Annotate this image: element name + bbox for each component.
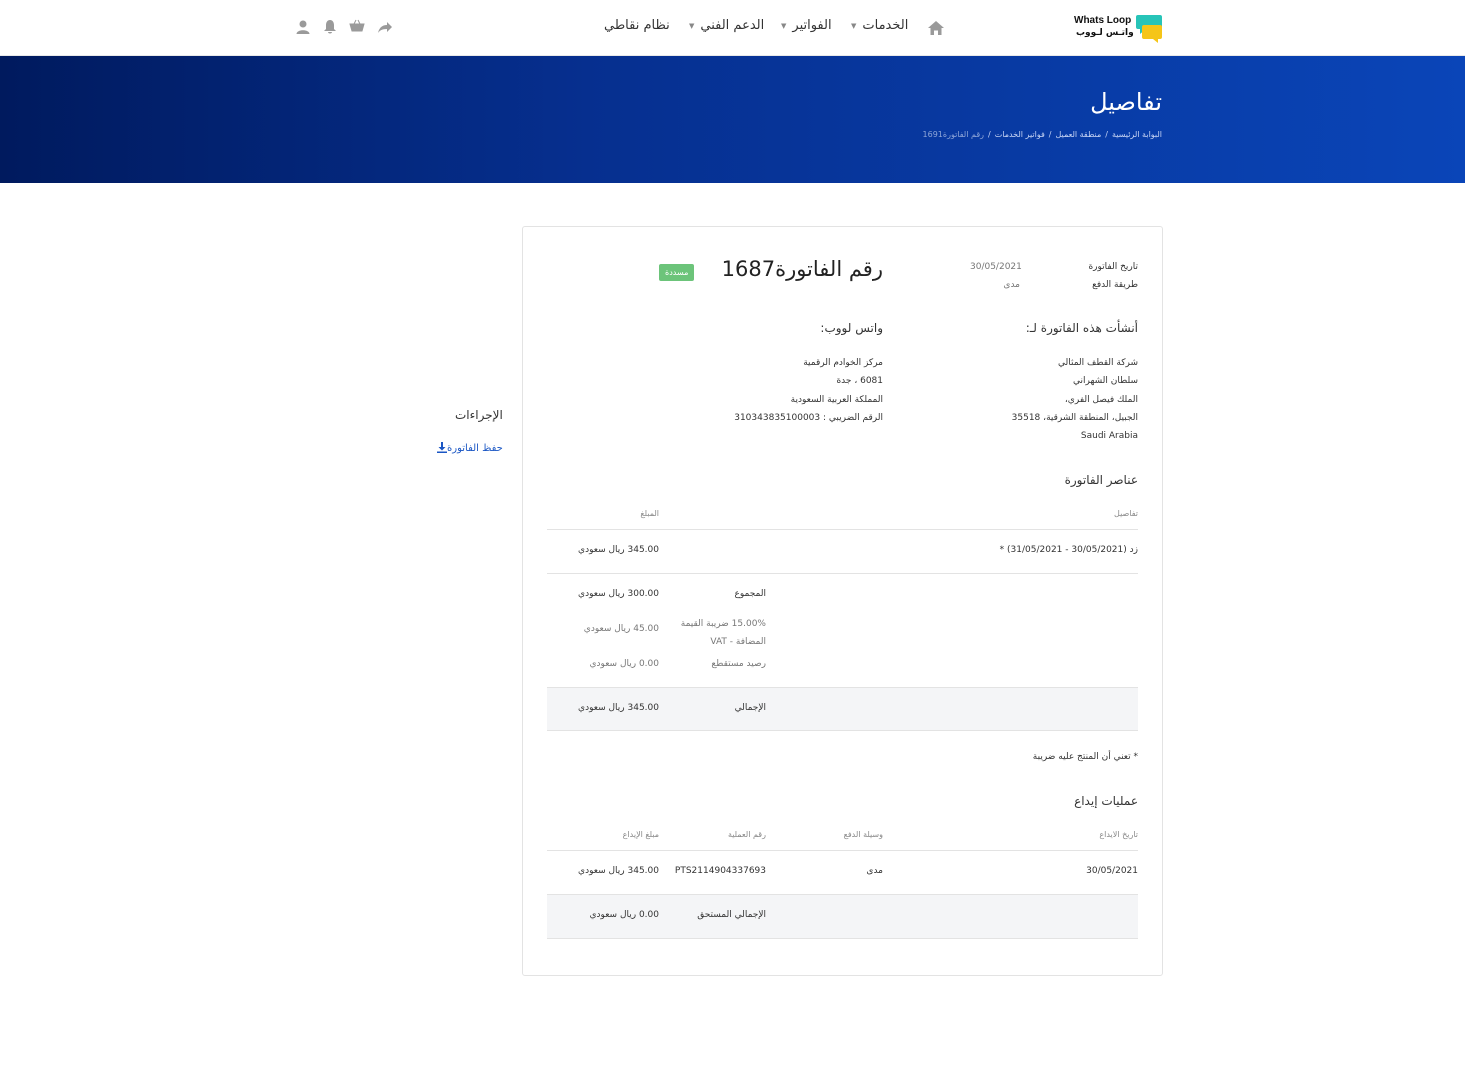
client-address-line: Saudi Arabia <box>1080 431 1138 442</box>
breadcrumb-home[interactable]: البوابة الرئيسية <box>1112 130 1162 139</box>
cart-icon[interactable] <box>349 19 365 35</box>
due-label: الإجمالي المستحق <box>697 910 766 920</box>
nav-support-label: الدعم الفني <box>700 18 765 33</box>
breadcrumb: البوابة الرئيسية/منطقة العميل/فواتير الخ… <box>923 130 1162 139</box>
total-label: الإجمالي <box>734 703 766 713</box>
client-address-line: شركة القطف المثالي <box>1058 358 1138 368</box>
due-value: 0.00 ريال سعودي <box>589 910 660 920</box>
client-address-line: الملك فيصل الفري، <box>1064 394 1138 405</box>
chevron-down-icon: ▼ <box>689 22 695 30</box>
breadcrumb-separator: / <box>988 130 991 139</box>
issuer-title: واتس لووب: <box>820 321 883 335</box>
page-title: تفاصيل <box>1090 88 1162 116</box>
issued-for-title: أنشأت هذه الفاتورة لـ: <box>1025 321 1138 335</box>
breadcrumb-service-invoices[interactable]: فواتير الخدمات <box>995 130 1045 139</box>
deposits-header-method: وسيلة الدفع <box>843 830 883 839</box>
item-details: زد (30/05/2021 - 31/05/2021) * <box>999 545 1138 555</box>
top-navbar: Whats Loop واتـس لـووب الخدمات ▼ الفواتير… <box>0 0 1465 56</box>
issuer-address-line: 6081 ، جدة <box>836 376 883 387</box>
total-value: 345.00 ريال سعودي <box>578 703 659 713</box>
issuer-address: مركز الخوادم الرقمية 6081 ، جدة المملكة … <box>734 354 883 427</box>
credit-value: 0.00 ريال سعودي <box>589 659 660 669</box>
subtotal-value: 300.00 ريال سعودي <box>578 589 659 599</box>
breadcrumb-client-area[interactable]: منطقة العميل <box>1055 130 1101 139</box>
invoice-date-value: 30/05/2021 <box>970 262 1022 272</box>
client-address-line: سلطان الشهراني <box>1072 376 1138 387</box>
nav-services-label: الخدمات <box>862 18 909 33</box>
issuer-address-line: الرقم الضريبي : 310343835100003 <box>734 412 883 423</box>
vat-label-line: المضافة - VAT <box>710 637 766 647</box>
client-address-line: الجبيل، المنطقة الشرقية، 35518 <box>1011 412 1138 423</box>
deposit-amount: 345.00 ريال سعودي <box>578 866 659 876</box>
deposit-date: 30/05/2021 <box>1086 866 1138 876</box>
bell-icon[interactable] <box>322 19 338 35</box>
items-header-details: تفاصيل <box>1114 509 1138 518</box>
payment-method-value: مدى <box>1003 280 1020 290</box>
brand-name-en: Whats Loop <box>1074 15 1132 26</box>
nav-invoices[interactable]: الفواتير ▼ <box>781 18 832 33</box>
deposits-header-date: تاريخ الايداع <box>1099 830 1138 839</box>
chevron-down-icon: ▼ <box>851 22 857 30</box>
nav-support[interactable]: الدعم الفني ▼ <box>689 18 764 33</box>
share-icon[interactable] <box>377 19 393 35</box>
deposits-title: عمليات إيداع <box>1074 794 1138 808</box>
status-badge: مسددة <box>659 264 695 281</box>
chat-bubbles-icon <box>1136 15 1162 43</box>
chevron-down-icon: ▼ <box>781 22 787 30</box>
invoice-card: رقم الفاتورة1687 مسددة تاريخ الفاتورة 30… <box>522 226 1163 976</box>
deposit-method: مدى <box>866 866 883 876</box>
subtotal-label: المجموع <box>734 589 766 599</box>
breadcrumb-separator: / <box>1105 130 1108 139</box>
item-amount: 345.00 ريال سعودي <box>578 545 659 555</box>
nav-invoices-label: الفواتير <box>792 18 832 33</box>
nav-services[interactable]: الخدمات ▼ <box>851 18 908 33</box>
deposit-txn-id: PTS2114904337693 <box>674 866 766 876</box>
invoice-number-title: رقم الفاتورة1687 <box>721 257 883 281</box>
vat-value: 45.00 ريال سعودي <box>583 624 659 634</box>
actions-title: الإجراءات <box>455 408 503 422</box>
issuer-address-line: المملكة العربية السعودية <box>790 394 883 405</box>
breadcrumb-current: رقم الفاتورة1691 <box>922 130 985 139</box>
home-icon[interactable] <box>927 20 945 36</box>
invoice-items-title: عناصر الفاتورة <box>1064 473 1138 487</box>
items-header-amount: المبلغ <box>640 509 659 518</box>
page-header-banner: تفاصيل البوابة الرئيسية/منطقة العميل/فوا… <box>0 56 1465 183</box>
divider <box>547 850 1138 851</box>
invoice-date-label: تاريخ الفاتورة <box>1088 262 1138 272</box>
vat-label: 15.00% ضريبة القيمة المضافة - VAT <box>681 615 766 651</box>
breadcrumb-separator: / <box>1048 130 1052 139</box>
tax-note: * تعني أن المنتج عليه ضريبة <box>1032 752 1138 762</box>
payment-method-label: طريقة الدفع <box>1092 280 1138 290</box>
download-invoice-link[interactable]: حفظ الفاتورة <box>431 442 503 454</box>
brand-logo[interactable]: Whats Loop واتـس لـووب <box>1074 13 1164 45</box>
issuer-address-line: مركز الخوادم الرقمية <box>803 358 883 368</box>
divider <box>547 529 1138 530</box>
deposits-header-amount: مبلغ الإيداع <box>622 830 659 839</box>
brand-name-ar: واتـس لـووب <box>1076 28 1134 38</box>
vat-label-line: 15.00% ضريبة القيمة <box>680 619 766 629</box>
client-address: شركة القطف المثالي سلطان الشهراني الملك … <box>1012 354 1138 445</box>
nav-points[interactable]: نظام نقاطي <box>604 18 670 33</box>
download-invoice-label: حفظ الفاتورة <box>447 443 503 454</box>
nav-points-label: نظام نقاطي <box>604 18 670 33</box>
credit-label: رصيد مستقطع <box>711 659 766 669</box>
deposits-header-txn: رقم العملية <box>727 830 766 839</box>
divider <box>547 573 1138 574</box>
download-icon <box>437 442 447 453</box>
user-icon[interactable] <box>295 19 311 35</box>
